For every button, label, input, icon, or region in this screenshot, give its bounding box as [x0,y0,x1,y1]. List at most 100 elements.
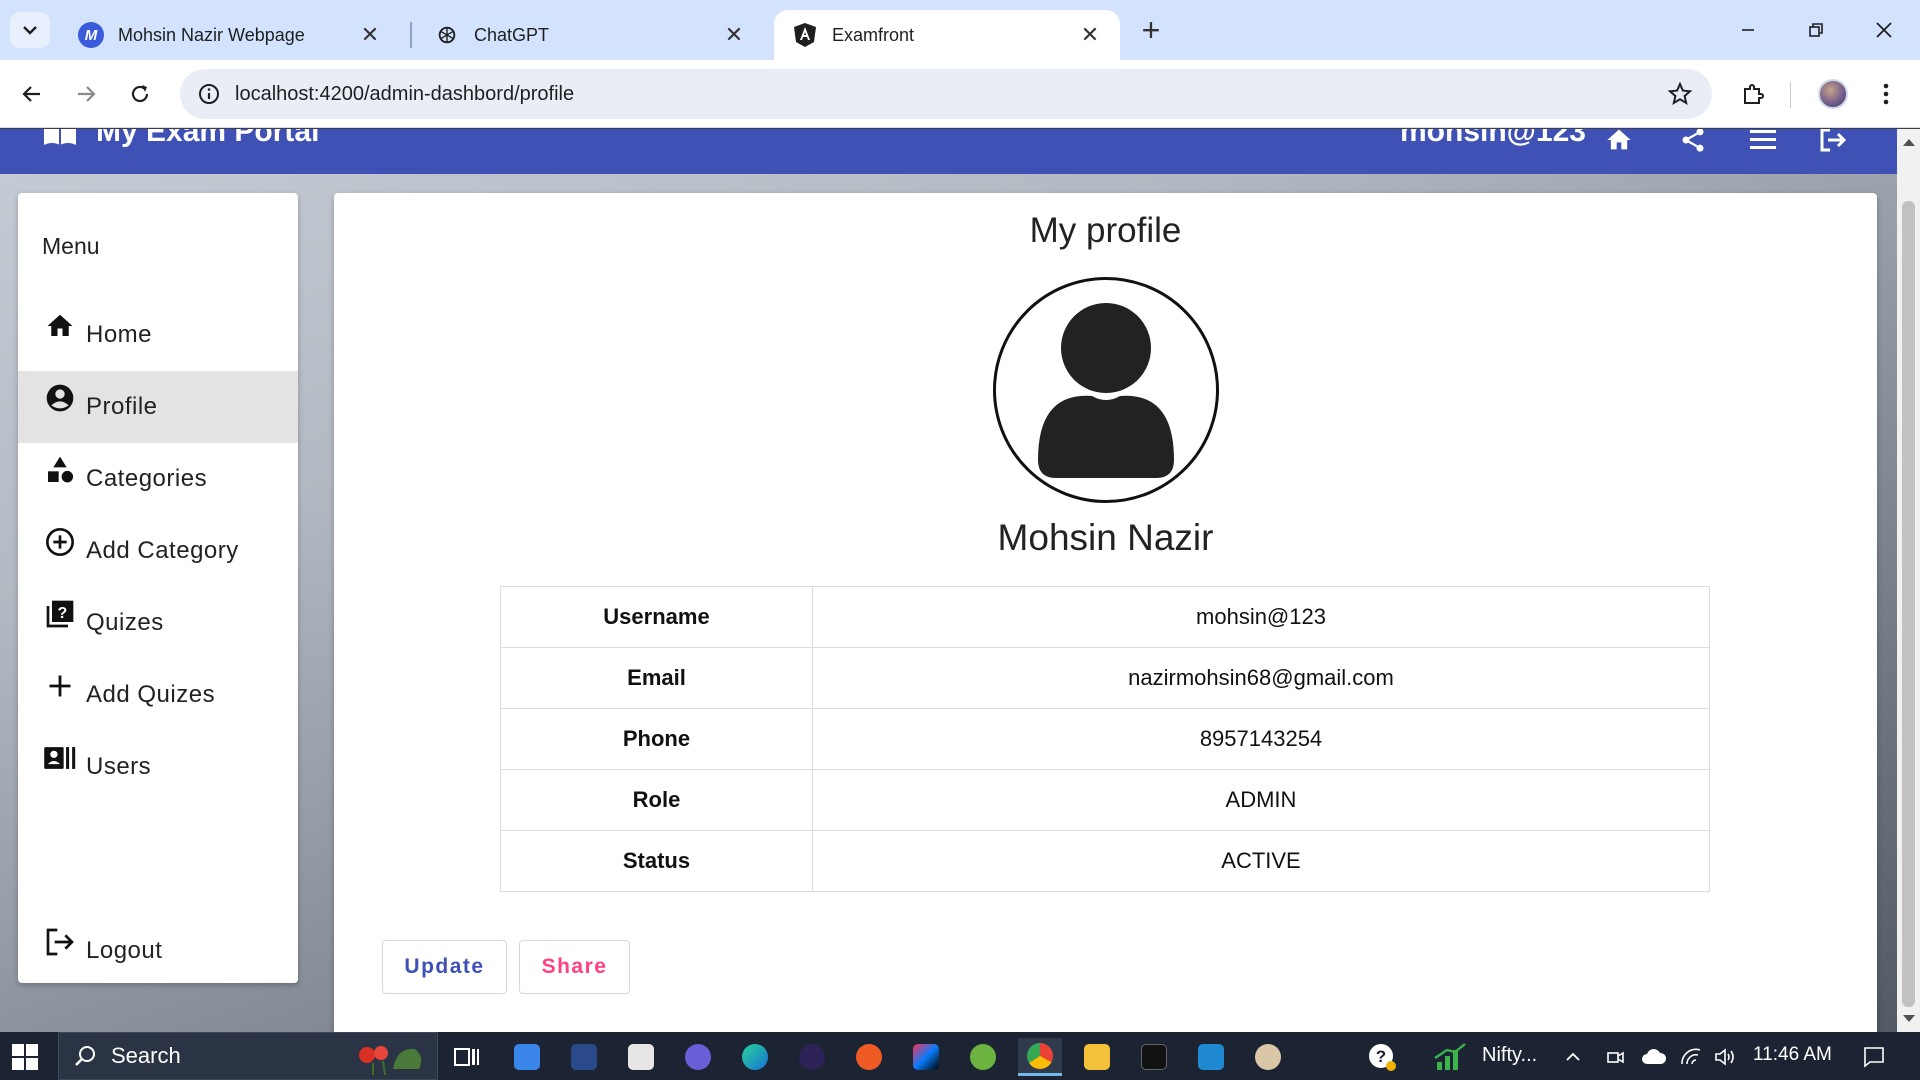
taskbar-mail[interactable] [505,1038,549,1076]
wifi-button[interactable] [1676,1038,1706,1076]
sidebar-item-profile[interactable]: Profile [18,371,298,443]
taskbar-app[interactable] [676,1038,720,1076]
sidebar-item-label: Profile [86,393,158,420]
profile-picture [993,277,1219,503]
sidebar-item-users[interactable]: Users [18,731,298,803]
scroll-down-arrow-icon[interactable] [1903,1015,1915,1022]
sidebar-item-home[interactable]: Home [18,299,298,371]
navbar-username[interactable]: mohsin@123 [1400,129,1586,149]
scroll-up-arrow-icon[interactable] [1903,139,1915,146]
taskbar-chrome[interactable] [1018,1038,1062,1076]
windows-start-button[interactable] [12,1044,38,1070]
sidebar-item-logout[interactable]: Logout [18,915,298,987]
sidebar-item-add-quizes[interactable]: Add Quizes [18,659,298,731]
logout-icon [1820,129,1847,152]
navbar-logout-button[interactable] [1816,129,1850,157]
detail-key-email: Email [500,647,813,709]
navbar-share-button[interactable] [1676,129,1710,157]
onedrive-button[interactable] [1636,1038,1672,1076]
taskbar-app[interactable] [562,1038,606,1076]
stock-chart-icon [1434,1043,1466,1070]
profile-avatar-button[interactable] [1813,74,1853,114]
taskbar-paint[interactable] [1246,1038,1290,1076]
taskbar-search-box[interactable]: Search [58,1032,438,1080]
minimize-button[interactable] [1728,12,1768,48]
tab-search-button[interactable] [10,12,50,48]
scrollbar-thumb[interactable] [1902,201,1915,1007]
sidebar-item-label: Quizes [86,609,164,636]
taskbar-clock[interactable]: 11:46 AM [1753,1044,1832,1066]
sidebar-item-quizes[interactable]: ? Quizes [18,587,298,659]
table-row: Email nazirmohsin68@gmail.com [500,647,1710,709]
notifications-button[interactable] [1852,1038,1896,1076]
account-circle-icon [42,380,78,416]
taskbar-eclipse[interactable] [790,1038,834,1076]
back-button[interactable] [12,74,52,114]
taskbar-terminal[interactable] [1132,1038,1176,1076]
browser-tab-bar: M Mohsin Nazir Webpage ✕ ChatGPT ✕ Examf… [0,0,1920,60]
browser-toolbar: localhost:4200/admin-dashbord/profile [0,60,1920,128]
bookmark-star-icon[interactable] [1666,80,1694,108]
recent-actors-icon [42,740,78,776]
category-icon [42,452,78,488]
forward-button[interactable] [66,74,106,114]
speaker-icon [1715,1048,1734,1066]
sidebar-item-categories[interactable]: Categories [18,443,298,515]
browser-tab[interactable]: M Mohsin Nazir Webpage ✕ [60,10,400,60]
browser-tab-active[interactable]: Examfront ✕ [774,10,1120,60]
close-tab-icon[interactable]: ✕ [722,22,746,48]
book-icon [44,129,76,145]
restore-button[interactable] [1796,12,1836,48]
close-tab-icon[interactable]: ✕ [358,22,382,48]
detail-value-email: nazirmohsin68@gmail.com [812,647,1710,709]
edge-icon [742,1044,768,1070]
camera-icon [1607,1051,1624,1064]
app-navbar: My Exam Portal mohsin@123 [0,129,1897,174]
page-scrollbar[interactable] [1897,129,1920,1032]
taskbar-vscode[interactable] [1189,1038,1233,1076]
help-button[interactable]: ? [1360,1038,1404,1076]
stocks-widget[interactable] [1428,1038,1472,1076]
browser-menu-button[interactable] [1866,74,1906,114]
navbar-menu-button[interactable] [1746,129,1780,157]
taskbar-file-explorer[interactable] [1075,1038,1119,1076]
site-favicon-icon: M [78,22,104,48]
taskbar-edge[interactable] [733,1038,777,1076]
taskbar-spring-tools[interactable] [961,1038,1005,1076]
intellij-icon [913,1044,939,1070]
close-window-button[interactable] [1864,12,1904,48]
detail-value-status: ACTIVE [812,830,1710,892]
stocks-widget-label[interactable]: Nifty... [1482,1044,1537,1067]
taskbar-postman[interactable] [847,1038,891,1076]
tab-title: Mohsin Nazir Webpage [118,24,305,45]
address-bar[interactable]: localhost:4200/admin-dashbord/profile [180,69,1712,119]
share-button[interactable]: Share [519,940,630,994]
folder-icon [1084,1044,1110,1070]
taskbar-intellij[interactable] [904,1038,948,1076]
browser-tab[interactable]: ChatGPT ✕ [416,10,764,60]
new-tab-button[interactable]: + [1136,14,1166,46]
navbar-home-button[interactable] [1602,129,1636,157]
more-vert-icon [1883,83,1889,105]
arrow-right-icon [78,86,96,102]
sidebar-item-add-category[interactable]: Add Category [18,515,298,587]
reload-button[interactable] [120,74,160,114]
extensions-button[interactable] [1733,74,1773,114]
detail-key-status: Status [500,830,813,892]
chrome-icon [1027,1042,1053,1069]
app-brand[interactable]: My Exam Portal [42,129,319,149]
close-tab-icon[interactable]: ✕ [1078,22,1102,48]
update-button[interactable]: Update [382,940,507,994]
taskbar-search-label: Search [111,1043,181,1068]
detail-value-role: ADMIN [812,769,1710,831]
paint-icon [1255,1044,1281,1070]
taskbar-store[interactable] [619,1038,663,1076]
show-hidden-icons-button[interactable] [1558,1038,1588,1076]
detail-value-username: mohsin@123 [1196,604,1326,629]
site-info-icon[interactable] [194,79,224,109]
menu-heading: Menu [42,233,100,259]
share-icon [1682,129,1704,152]
task-view-button[interactable] [444,1038,488,1076]
meet-now-button[interactable] [1600,1038,1630,1076]
volume-button[interactable] [1710,1038,1740,1076]
